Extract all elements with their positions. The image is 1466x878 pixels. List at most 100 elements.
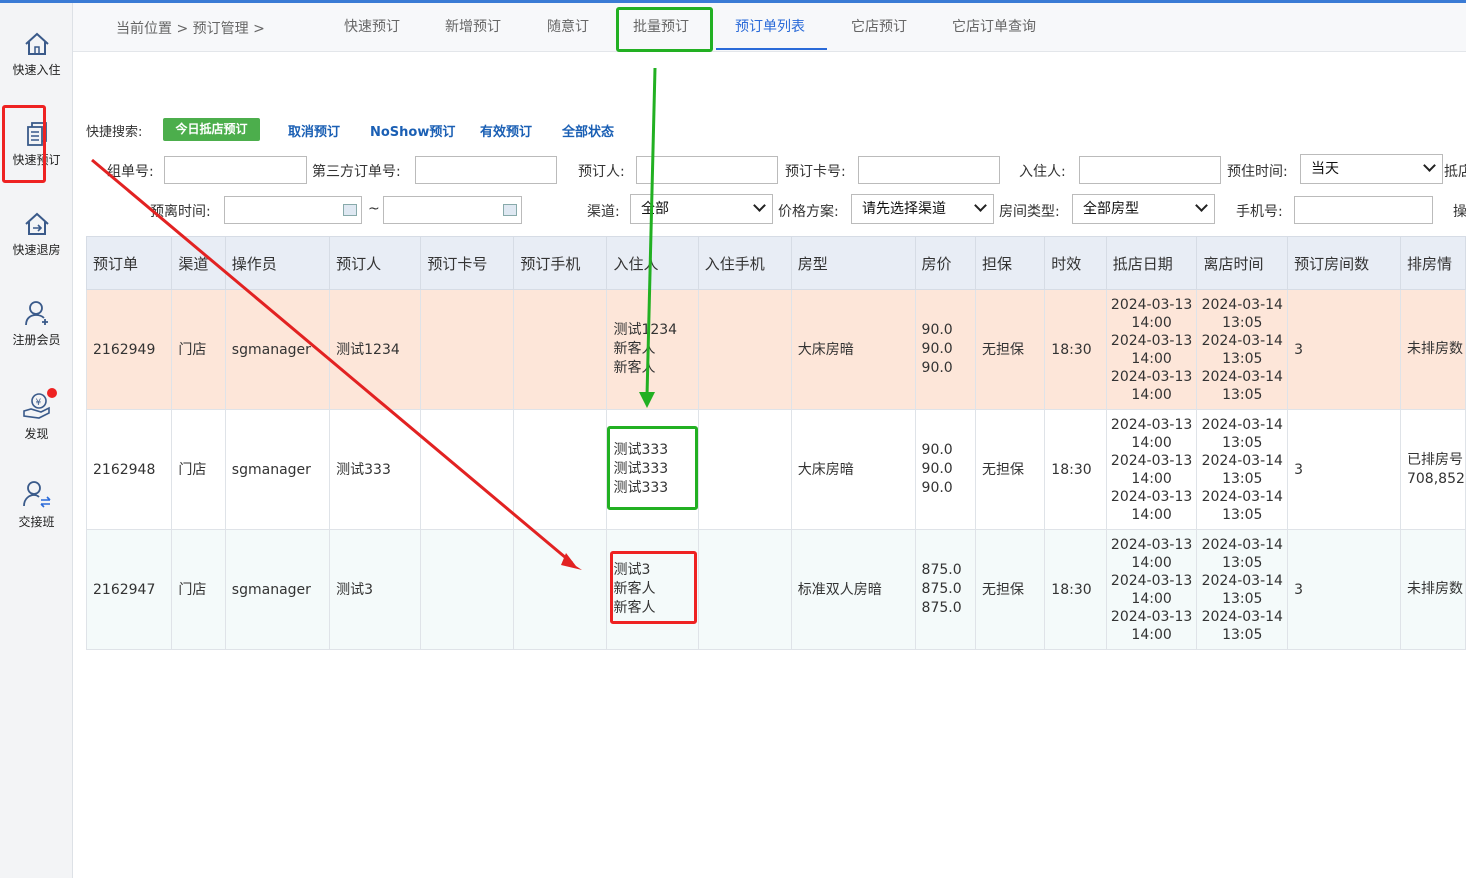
price-plan-select[interactable]: 请先选择渠道 [851,194,994,224]
col-header[interactable]: 担保 [975,236,1046,290]
col-header[interactable]: 预订房间数 [1287,236,1401,290]
guest-phone [697,529,792,650]
third-party-no-input[interactable] [415,156,557,184]
depart-time: 13:05 [1222,554,1263,571]
room-type-label: 房间类型: [999,204,1060,220]
sidebar-item-register-member[interactable]: 注册会员 [0,299,73,348]
quick-search-valid[interactable]: 有效预订 [480,121,532,140]
arrive-date: 2024-03-13 [1110,488,1193,505]
quick-search-noshow[interactable]: NoShow预订 [370,121,455,140]
depart-time-end-input[interactable] [383,196,522,224]
arrive-time: 14:00 [1131,554,1172,571]
guest-input[interactable] [1079,156,1221,184]
breadcrumb: 当前位置 > 预订管理 > [116,21,265,37]
notification-dot [47,388,57,398]
arrive-time: 14:00 [1131,350,1172,367]
validity: 18:30 [1044,289,1107,410]
guest-name: 测试1234 [613,322,678,338]
table-row[interactable]: 2162949 门店 sgmanager 测试1234 测试1234 新客人 新… [85,289,1466,410]
arrive-label-truncated: 抵店 [1444,164,1466,180]
phone-input[interactable] [1294,196,1433,224]
price: 90.0 [921,360,953,376]
table-row[interactable]: 2162948 门店 sgmanager 测试333 测试333 测试333 测… [85,409,1466,530]
room-type-select[interactable]: 全部房型 [1072,194,1215,224]
tab-quick-booking[interactable]: 快速预订 [344,16,400,36]
booker: 测试1234 [329,289,422,410]
channel: 门店 [171,289,226,410]
arrive-time: 14:00 [1131,386,1172,403]
booker-phone [513,529,608,650]
group-no-label: 组单号: [107,164,154,180]
sidebar-item-label: 快速入住 [12,63,61,77]
arrive-dates: 2024-03-13 14:00 2024-03-13 14:00 2024-0… [1105,289,1198,410]
price: 90.0 [921,341,953,357]
quick-search-cancelled[interactable]: 取消预订 [288,121,340,140]
price: 90.0 [921,480,953,496]
col-header[interactable]: 房型 [790,236,916,290]
depart-dates: 2024-03-14 13:05 2024-03-14 13:05 2024-0… [1196,529,1289,650]
guest-phone [697,289,792,410]
arrive-time: 14:00 [1131,314,1172,331]
booker-phone [513,289,608,410]
tab-new-booking[interactable]: 新增预订 [445,16,501,36]
col-header[interactable]: 预订手机 [513,236,608,290]
col-header[interactable]: 预订单 [85,236,173,290]
order-no[interactable]: 2162947 [85,529,173,650]
depart-time: 13:05 [1222,590,1263,607]
col-header[interactable]: 离店时间 [1196,236,1289,290]
prices: 90.0 90.0 90.0 [914,409,977,530]
col-header[interactable]: 入住手机 [697,236,792,290]
col-header[interactable]: 操作员 [224,236,331,290]
op-label-truncated: 操 [1453,204,1466,220]
room-assignment: 已排房号 708,852 [1399,409,1466,530]
svg-text:¥: ¥ [35,398,41,408]
annotation-red-box-guests [610,551,697,624]
room-count: 3 [1287,529,1401,650]
booking-card [420,409,515,530]
depart-time-start-input[interactable] [224,196,362,224]
arrive-date: 2024-03-13 [1110,536,1193,553]
quick-search-today-arrival[interactable]: 今日抵店预订 [163,118,260,141]
tab-casual-booking[interactable]: 随意订 [547,16,589,36]
group-no-input[interactable] [164,156,307,184]
sidebar-item-shift-handover[interactable]: 交接班 [0,479,73,530]
sidebar-item-discover[interactable]: ¥ 发现 [0,391,73,442]
order-no[interactable]: 2162948 [85,409,173,530]
depart-date: 2024-03-14 [1201,416,1283,433]
calendar-icon[interactable] [343,204,357,216]
col-header[interactable]: 房价 [914,236,977,290]
sidebar-item-quick-checkin[interactable]: 快速入住 [0,31,73,78]
stay-time-select[interactable]: 当天 [1300,154,1443,184]
table-row[interactable]: 2162947 门店 sgmanager 测试3 测试3 新客人 新客人 标准双… [85,529,1466,650]
col-header[interactable]: 预订人 [329,236,422,290]
channel: 门店 [171,529,226,650]
room-type: 大床房暗 [790,289,916,410]
col-header[interactable]: 排房情 [1399,236,1466,290]
tab-other-store-booking[interactable]: 它店预订 [851,16,907,36]
depart-date: 2024-03-14 [1201,572,1283,589]
col-header[interactable]: 时效 [1044,236,1107,290]
depart-date: 2024-03-14 [1201,296,1283,313]
channel-select[interactable]: 全部 [630,194,773,224]
assignment-rooms: 708,852 [1406,470,1465,487]
prices: 875.0 875.0 875.0 [914,529,977,650]
guarantee: 无担保 [975,289,1046,410]
price: 90.0 [921,442,953,458]
col-header[interactable]: 预订卡号 [420,236,515,290]
col-header[interactable]: 渠道 [171,236,226,290]
col-header[interactable]: 入住人 [606,236,699,290]
quick-search-all-status[interactable]: 全部状态 [562,121,614,140]
calendar-icon[interactable] [503,204,517,216]
assignment-text: 已排房号 [1406,451,1463,468]
price-plan-value: 请先选择渠道 [862,201,946,217]
col-header[interactable]: 抵店日期 [1105,236,1198,290]
booker-input[interactable] [636,156,778,184]
tab-booking-list[interactable]: 预订单列表 [735,16,805,36]
booking-card-input[interactable] [858,156,1000,184]
operator: sgmanager [224,289,331,410]
table-header-row: 预订单 渠道 操作员 预订人 预订卡号 预订手机 入住人 入住手机 房型 房价 … [85,236,1466,290]
tab-other-store-order-query[interactable]: 它店订单查询 [952,16,1036,36]
order-no[interactable]: 2162949 [85,289,173,410]
sidebar-item-quick-checkout[interactable]: 快速退房 [0,211,73,258]
depart-date: 2024-03-14 [1201,452,1283,469]
